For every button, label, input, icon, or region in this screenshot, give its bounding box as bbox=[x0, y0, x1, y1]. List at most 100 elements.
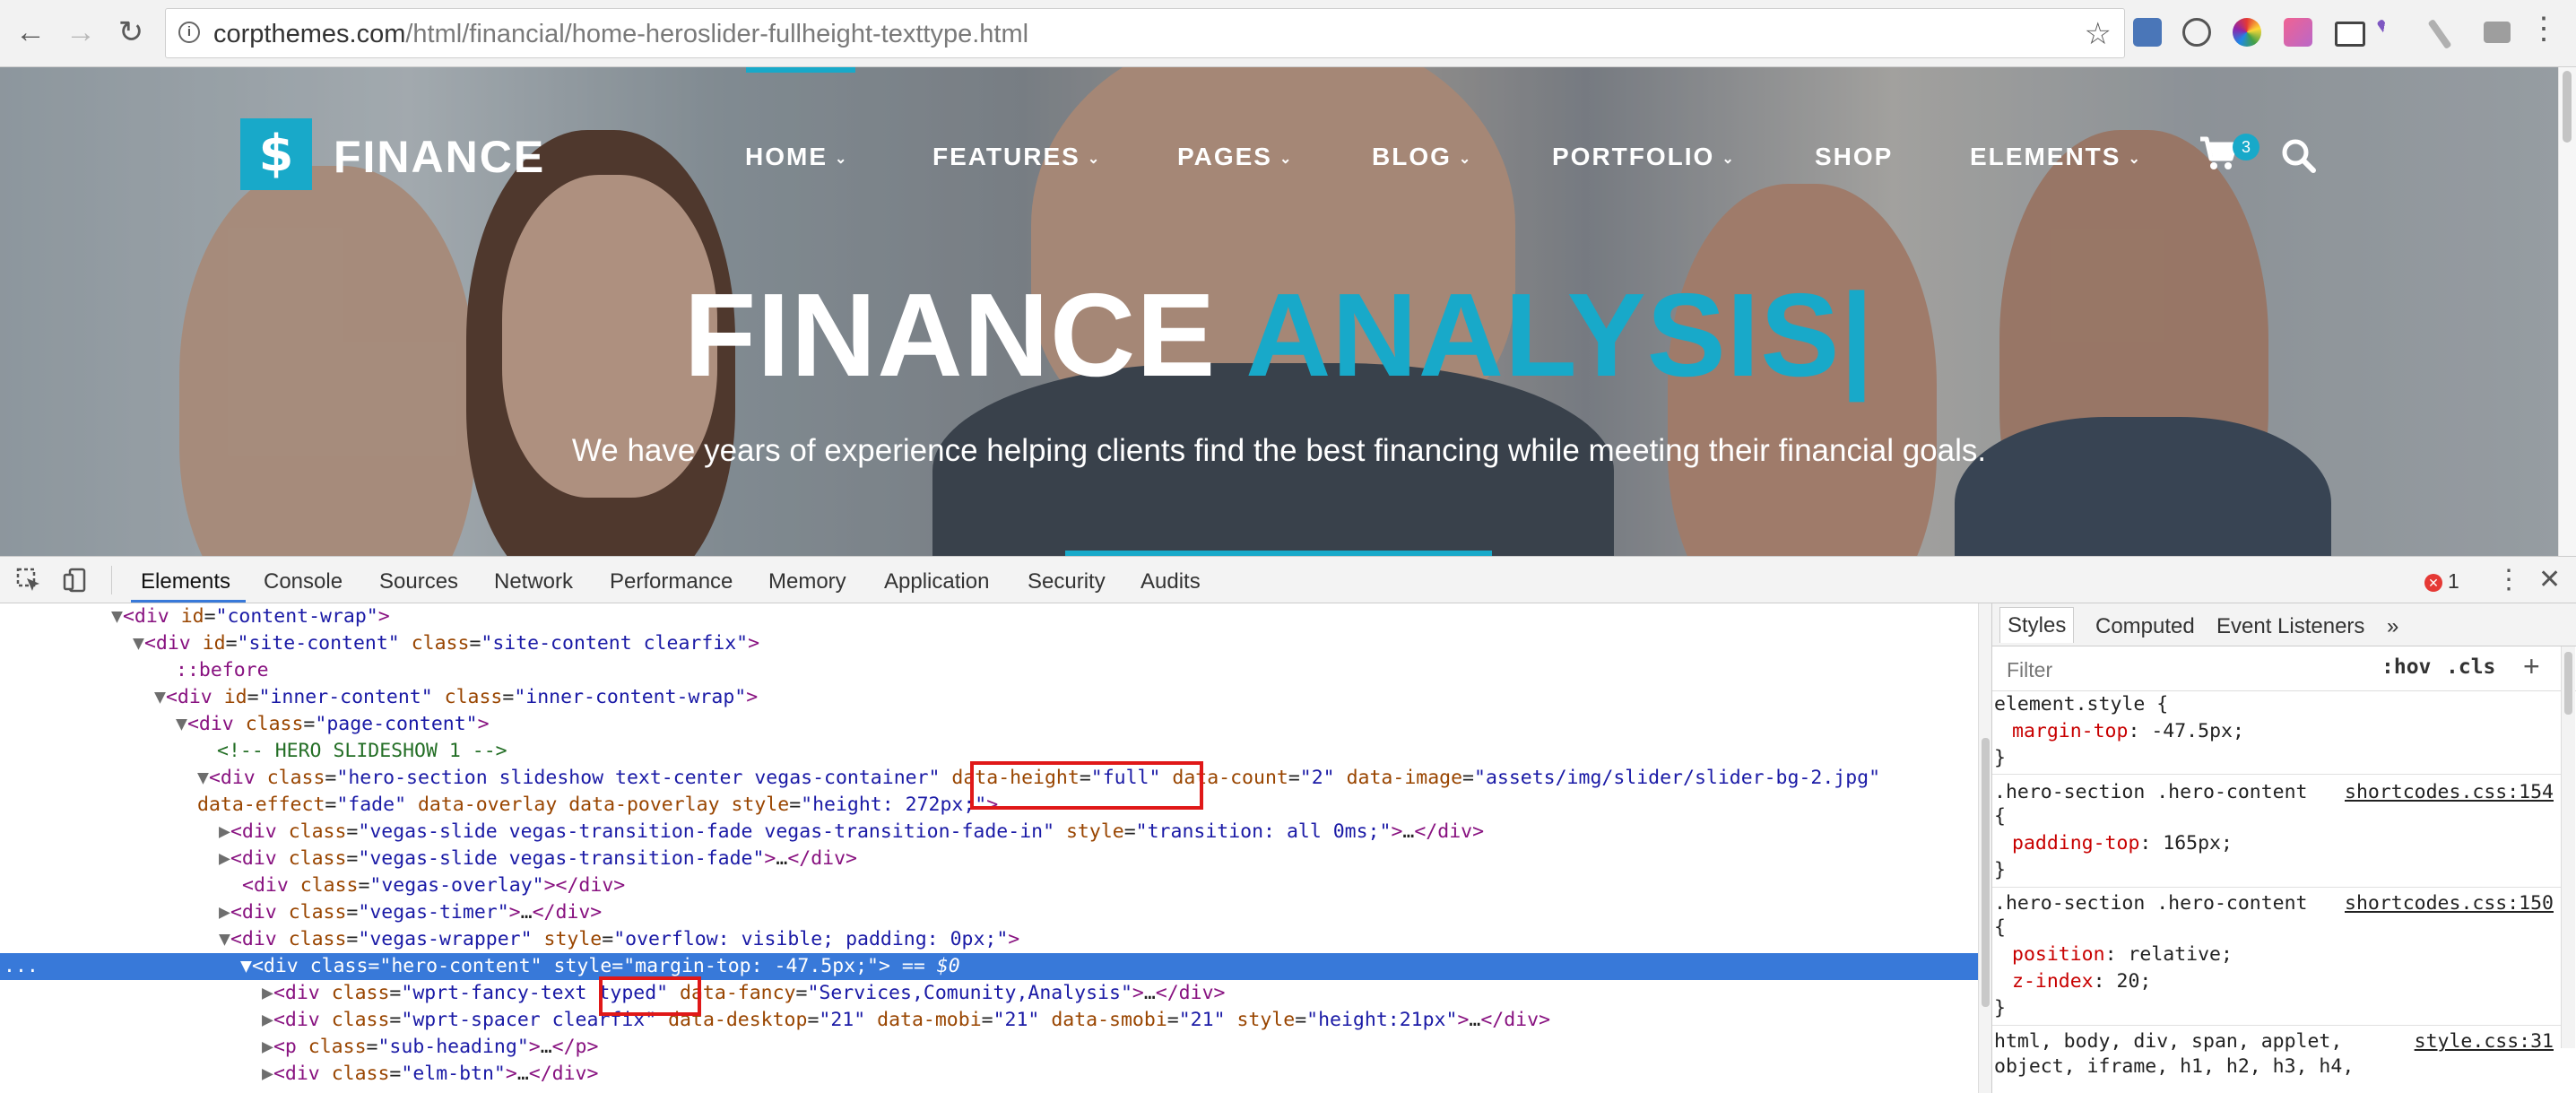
dom-node-line[interactable]: <div class="vegas-overlay"></div> bbox=[0, 872, 1978, 899]
styles-sidebar: Styles Computed Event Listeners » :hov .… bbox=[1992, 603, 2576, 1093]
rule-property[interactable]: position: relative; bbox=[2012, 941, 2233, 968]
page-scroll-thumb[interactable] bbox=[2563, 71, 2572, 143]
chevron-down-icon: ⌄ bbox=[1087, 151, 1102, 167]
menu-item-shop[interactable]: SHOP bbox=[1815, 143, 1893, 171]
dom-node-line[interactable]: ▼<div id="content-wrap"> bbox=[0, 603, 1978, 630]
forward-button[interactable]: → bbox=[61, 13, 100, 52]
menu-label: PORTFOLIO bbox=[1552, 143, 1715, 170]
site-info-icon[interactable]: i bbox=[178, 22, 200, 43]
rule-source-link[interactable]: shortcodes.css:154 bbox=[2345, 779, 2554, 806]
dom-node-line[interactable]: ▶<div class="wprt-spacer clearfix" data-… bbox=[0, 1007, 1978, 1034]
dom-node-line[interactable]: ▶<div class="vegas-slide vegas-transitio… bbox=[0, 819, 1978, 846]
rule-source-link[interactable]: style.css:31 bbox=[2415, 1028, 2554, 1055]
elements-dom-tree[interactable]: ▼<div id="content-wrap"> ▼<div id="site-… bbox=[0, 603, 1978, 1093]
address-bar[interactable]: i corpthemes.com/html/financial/home-her… bbox=[165, 8, 2125, 58]
extension-color-wheel-icon[interactable] bbox=[2233, 18, 2261, 47]
rule-open-brace: { bbox=[1994, 916, 2006, 939]
styles-scrollbar[interactable] bbox=[2561, 646, 2575, 1048]
rule-property[interactable]: margin-top: -47.5px; bbox=[2012, 718, 2244, 745]
rule-selector[interactable]: .hero-section .hero-content bbox=[1994, 779, 2308, 806]
tab-security[interactable]: Security bbox=[1028, 569, 1106, 594]
device-toolbar-icon[interactable] bbox=[63, 568, 88, 593]
elements-scroll-thumb[interactable] bbox=[1982, 738, 1990, 1007]
inspect-element-icon[interactable] bbox=[16, 568, 41, 593]
reload-icon: ↻ bbox=[117, 15, 144, 49]
error-icon: ✕ bbox=[2424, 573, 2442, 592]
dom-node-line[interactable]: ▼<div class="page-content"> bbox=[0, 711, 1978, 738]
selected-node-ellipsis[interactable]: ... bbox=[4, 953, 39, 980]
dom-node-line[interactable]: ▶<div class="vegas-timer">…</div> bbox=[0, 899, 1978, 926]
devtools-menu-icon[interactable]: ⋮ bbox=[2495, 564, 2522, 595]
highlight-box-data-height bbox=[970, 761, 1203, 810]
tab-styles[interactable]: Styles bbox=[1999, 607, 2075, 643]
rule-selector[interactable]: html, body, div, span, applet, bbox=[1994, 1028, 2342, 1055]
menu-item-home[interactable]: HOME ⌄ bbox=[745, 143, 848, 171]
browser-menu-icon[interactable]: ⋮ bbox=[2528, 11, 2559, 47]
menu-item-portfolio[interactable]: PORTFOLIO ⌄ bbox=[1552, 143, 1736, 171]
menu-item-pages[interactable]: PAGES ⌄ bbox=[1177, 143, 1293, 171]
error-count: 1 bbox=[2448, 569, 2459, 593]
active-tab-underline bbox=[131, 600, 246, 603]
menu-item-features[interactable]: FEATURES ⌄ bbox=[932, 143, 1101, 171]
tab-performance[interactable]: Performance bbox=[610, 569, 733, 594]
dom-node-line[interactable]: ▼<div id="inner-content" class="inner-co… bbox=[0, 684, 1978, 711]
back-button[interactable]: ← bbox=[11, 13, 50, 52]
tab-console[interactable]: Console bbox=[264, 569, 343, 594]
browser-toolbar: ← → ↻ i corpthemes.com/html/financial/ho… bbox=[0, 0, 2576, 67]
reload-button[interactable]: ↻ bbox=[111, 13, 151, 52]
page-viewport: $ FINANCE HOME ⌄ FEATURES ⌄ PAGES ⌄ BLOG ⌄ P… bbox=[0, 67, 2558, 556]
tab-sources[interactable]: Sources bbox=[379, 569, 458, 594]
tab-audits[interactable]: Audits bbox=[1141, 569, 1201, 594]
hero-title-typed: ANALYSIS| bbox=[1245, 269, 1875, 401]
class-toggle[interactable]: .cls bbox=[2446, 655, 2495, 679]
dom-node-line-selected[interactable]: ... ▼<div class="hero-content" style="mar… bbox=[0, 953, 1978, 980]
hover-state-toggle[interactable]: :hov bbox=[2381, 655, 2431, 679]
more-tabs-chevron-icon[interactable]: » bbox=[2387, 614, 2398, 639]
styles-tabbar: Styles Computed Event Listeners » bbox=[1992, 603, 2576, 646]
rule-separator bbox=[1992, 1025, 2563, 1026]
tab-network[interactable]: Network bbox=[494, 569, 573, 594]
dom-node-line[interactable]: ▶<div class="elm-btn">…</div> bbox=[0, 1061, 1978, 1088]
url-text[interactable]: corpthemes.com/html/financial/home-heros… bbox=[213, 20, 1028, 49]
extension-ruler-icon[interactable] bbox=[2427, 18, 2452, 50]
rule-selector[interactable]: element.style { bbox=[1994, 691, 2168, 718]
tab-memory[interactable]: Memory bbox=[768, 569, 846, 594]
tab-event-listeners[interactable]: Event Listeners bbox=[2216, 614, 2364, 639]
tab-computed[interactable]: Computed bbox=[2095, 614, 2195, 639]
extension-gradient-icon[interactable] bbox=[2284, 18, 2312, 47]
page-scrollbar[interactable] bbox=[2558, 67, 2576, 556]
bookmark-star-icon[interactable]: ☆ bbox=[2085, 16, 2112, 52]
new-style-rule-icon[interactable]: + bbox=[2523, 650, 2540, 683]
tab-application[interactable]: Application bbox=[884, 569, 989, 594]
rule-source-link[interactable]: shortcodes.css:150 bbox=[2345, 890, 2554, 917]
styles-scroll-thumb[interactable] bbox=[2564, 652, 2572, 715]
menu-label: PAGES bbox=[1177, 143, 1272, 170]
menu-item-blog[interactable]: BLOG ⌄ bbox=[1372, 143, 1472, 171]
rule-selector-continued[interactable]: object, iframe, h1, h2, h3, h4, bbox=[1994, 1054, 2354, 1080]
highlight-box-typed bbox=[599, 976, 701, 1016]
styles-filter-bar: :hov .cls + bbox=[1992, 646, 2576, 691]
devtools-close-icon[interactable]: ✕ bbox=[2538, 564, 2561, 595]
dom-node-line[interactable]: ▶<div class="vegas-slide vegas-transitio… bbox=[0, 846, 1978, 872]
cart-count-badge: 3 bbox=[2233, 134, 2259, 160]
extension-cast-icon[interactable] bbox=[2335, 22, 2365, 47]
dom-node-line[interactable]: ▼<div id="site-content" class="site-cont… bbox=[0, 630, 1978, 657]
dom-node-line[interactable]: ▶<div class="wprt-fancy-text typed" data… bbox=[0, 980, 1978, 1007]
search-icon[interactable] bbox=[2281, 138, 2320, 178]
menu-item-elements[interactable]: ELEMENTS ⌄ bbox=[1970, 143, 2142, 171]
dom-node-line[interactable]: ::before bbox=[0, 657, 1978, 684]
extension-camera-icon[interactable] bbox=[2484, 22, 2511, 43]
extension-pen-icon[interactable] bbox=[2376, 18, 2401, 50]
dom-node-line[interactable]: ▶<p class="sub-heading">…</p> bbox=[0, 1034, 1978, 1061]
error-counter[interactable]: ✕ 1 bbox=[2424, 569, 2459, 594]
elements-scrollbar[interactable] bbox=[1978, 603, 1992, 1093]
extension-save-icon[interactable] bbox=[2133, 18, 2162, 47]
dom-node-line[interactable]: ▼<div class="vegas-wrapper" style="overf… bbox=[0, 926, 1978, 953]
tab-elements[interactable]: Elements bbox=[141, 569, 230, 594]
menu-label: ELEMENTS bbox=[1970, 143, 2121, 170]
rule-property[interactable]: padding-top: 165px; bbox=[2012, 830, 2233, 857]
extension-bug-icon[interactable] bbox=[2182, 18, 2211, 47]
rule-property[interactable]: z-index: 20; bbox=[2012, 968, 2151, 995]
rule-selector[interactable]: .hero-section .hero-content bbox=[1994, 890, 2308, 917]
styles-filter-input[interactable] bbox=[2005, 655, 2349, 684]
